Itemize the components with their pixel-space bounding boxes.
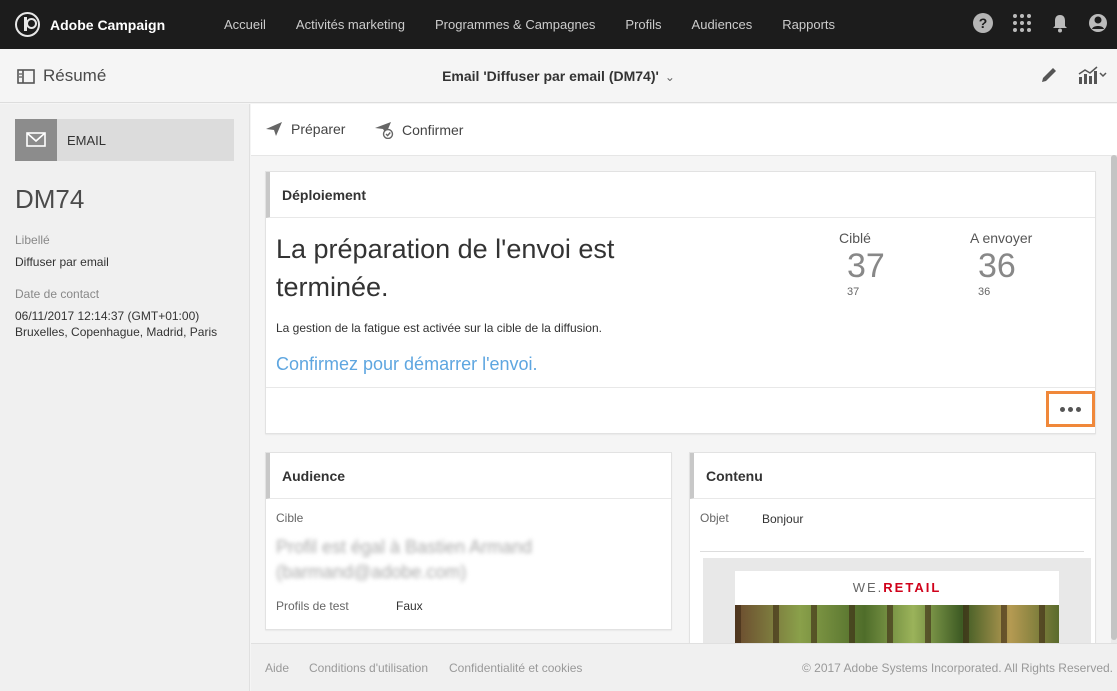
edit-icon[interactable] [1039,65,1059,85]
test-profiles-label: Profils de test [276,599,349,613]
send-icon [266,122,282,136]
deployment-card: Déploiement La préparation de l'envoi es… [265,171,1096,434]
confirm-send-link[interactable]: Confirmez pour démarrer l'envoi. [276,354,538,375]
to-send-stat: A envoyer 36 36 [970,230,1032,298]
nav-item-rapports[interactable]: Rapports [767,0,850,49]
delivery-type-label: EMAIL [67,133,107,148]
summary-panel: EMAIL DM74 Libellé Diffuser par email Da… [0,104,250,691]
page-footer: Aide Conditions d'utilisation Confidenti… [251,643,1117,691]
delivery-code: DM74 [15,184,85,214]
nav-item-programmes-campagnes[interactable]: Programmes & Campagnes [420,0,610,49]
deployment-card-title: Déploiement [266,172,1095,218]
content-divider [700,551,1084,552]
prepare-button[interactable]: Préparer [265,121,345,137]
targeted-subvalue: 37 [847,286,860,298]
adobe-campaign-logo-icon [15,12,40,37]
to-send-subvalue: 36 [978,286,991,298]
top-icons: ? [973,13,1107,33]
delivery-title[interactable]: Email 'Diffuser par email (DM74)' ⌄ [0,68,1117,84]
to-send-label: A envoyer [970,230,1033,246]
email-preview-canvas: WE.RETAIL [735,571,1059,648]
brand[interactable]: Adobe Campaign [15,12,165,37]
forest-hero-image [735,605,1059,648]
label-caption: Libellé [15,233,50,247]
contact-date-caption: Date de contact [15,287,100,301]
targeted-label: Ciblé [839,230,871,246]
nav-item-accueil[interactable]: Accueil [209,0,281,49]
fatigue-note: La gestion de la fatigue est activée sur… [276,321,602,335]
contact-timezone-value: Bruxelles, Copenhague, Madrid, Paris [15,325,218,339]
nav-item-activites-marketing[interactable]: Activités marketing [281,0,420,49]
to-send-value: 36 [978,247,1016,285]
email-icon [15,119,57,161]
footer-link-help[interactable]: Aide [265,661,289,675]
copyright: © 2017 Adobe Systems Incorporated. All R… [801,661,1113,675]
header-actions [1039,65,1107,85]
report-icon[interactable] [1077,65,1107,85]
bell-icon[interactable] [1051,13,1069,33]
main-content: Préparer Confirmer Déploiement La prépar… [251,104,1117,691]
delivery-title-text: Email 'Diffuser par email (DM74)' [442,68,659,84]
contact-date-value: 06/11/2017 12:14:37 (GMT+01:00) [15,309,200,323]
scrollbar-thumb[interactable] [1111,155,1117,640]
delivery-type-badge: EMAIL [15,119,234,161]
top-navigation-bar: Adobe Campaign Accueil Activités marketi… [0,0,1117,49]
footer-link-privacy[interactable]: Confidentialité et cookies [449,661,582,675]
confirm-button[interactable]: Confirmer [374,121,463,139]
deployment-status-message: La préparation de l'envoi est terminée. [276,234,615,302]
prepare-label: Préparer [291,121,346,137]
action-toolbar: Préparer Confirmer [251,104,1117,156]
confirm-label: Confirmer [402,122,464,138]
main-scrollbar[interactable] [1111,155,1117,643]
email-preview[interactable]: WE.RETAIL [703,558,1091,648]
user-icon[interactable] [1089,13,1107,33]
more-options-button[interactable] [1046,391,1095,427]
audience-card: Audience Cible Profil est égal à Bastien… [265,452,672,630]
target-label: Cible [276,511,304,525]
test-profiles-value: Faux [396,599,423,613]
send-check-icon [375,122,394,139]
nav-item-profils[interactable]: Profils [610,0,676,49]
chevron-down-icon: ⌄ [664,70,675,84]
content-card: Contenu Objet Bonjour WE.RETAIL [689,452,1096,652]
nav-item-audiences[interactable]: Audiences [677,0,768,49]
content-card-title: Contenu [690,453,1095,499]
target-value: Profil est égal à Bastien Armand (barman… [276,537,533,582]
apps-icon[interactable] [1013,14,1031,32]
main-nav: Accueil Activités marketing Programmes &… [209,0,850,49]
we-retail-logo: WE.RETAIL [852,580,942,595]
help-icon[interactable]: ? [973,13,993,33]
brand-name: Adobe Campaign [50,16,166,33]
deployment-divider [266,387,1095,388]
label-value: Diffuser par email [15,255,109,269]
audience-card-title: Audience [266,453,671,499]
footer-link-terms[interactable]: Conditions d'utilisation [309,661,428,675]
page-header: Résumé Email 'Diffuser par email (DM74)'… [0,49,1117,103]
subject-label: Objet [700,511,729,525]
targeted-value: 37 [847,247,885,285]
subject-value: Bonjour [762,512,804,526]
targeted-stat: Ciblé 37 37 [839,230,885,298]
